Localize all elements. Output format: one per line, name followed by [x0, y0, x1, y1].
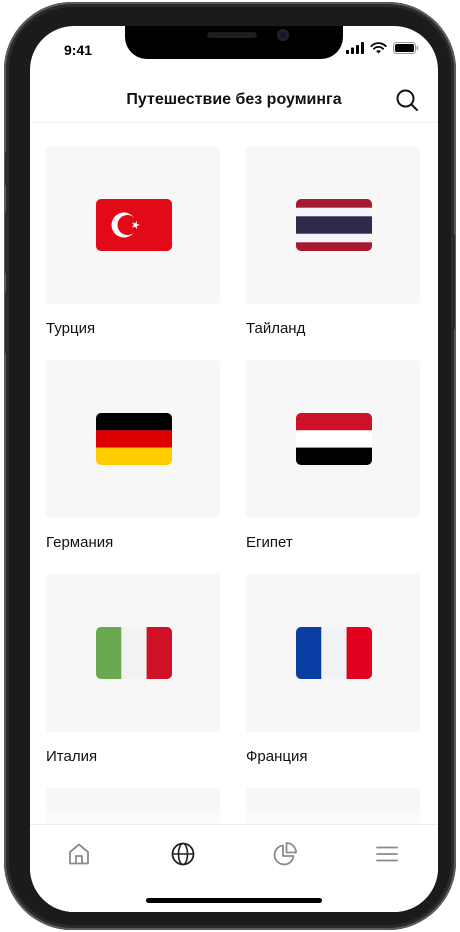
page-title: Путешествие без роуминга: [126, 91, 342, 108]
germany-flag-icon: [96, 413, 172, 465]
italy-flag-icon: [96, 627, 172, 679]
menu-icon[interactable]: [374, 841, 400, 867]
status-time: 9:41: [64, 42, 93, 58]
country-name: Египет: [246, 534, 293, 551]
france-flag-icon: [296, 627, 372, 679]
header-divider: [30, 122, 438, 123]
volume-up-button: [5, 212, 9, 274]
front-camera: [277, 29, 289, 41]
country-card-thailand[interactable]: Тайланд: [246, 146, 420, 337]
phone-frame: 9:41 Путешествие без роуминга Турция Тай…: [4, 2, 456, 930]
country-card-france[interactable]: Франция: [246, 574, 420, 765]
country-card-thumbnail: [246, 360, 420, 518]
country-card-egypt[interactable]: Египет: [246, 360, 420, 551]
country-card-thumbnail: [246, 574, 420, 732]
silent-switch: [5, 152, 9, 186]
volume-down-button: [5, 292, 9, 354]
country-name: Италия: [46, 748, 98, 765]
speaker-grille: [207, 32, 257, 38]
country-card-italy[interactable]: Италия: [46, 574, 220, 765]
home-icon[interactable]: [66, 841, 92, 867]
bottom-nav: [30, 824, 438, 912]
country-name: Тайланд: [246, 320, 306, 337]
country-card-thumbnail: [46, 360, 220, 518]
country-card-germany[interactable]: Германия: [46, 360, 220, 551]
notch: [125, 26, 343, 59]
country-name: Германия: [46, 534, 114, 551]
screen: 9:41 Путешествие без роуминга Турция Тай…: [30, 26, 438, 912]
country-name: Франция: [246, 748, 308, 765]
turkey-flag-icon: [96, 199, 172, 251]
battery-icon: [393, 42, 419, 54]
power-button: [451, 234, 455, 330]
country-card-thumbnail: [46, 146, 220, 304]
egypt-flag-icon: [296, 413, 372, 465]
home-indicator: [146, 898, 322, 903]
country-name: Турция: [46, 320, 96, 337]
header: Путешествие без роуминга: [30, 78, 438, 122]
country-card-turkey[interactable]: Турция: [46, 146, 220, 337]
search-icon[interactable]: [394, 87, 420, 113]
country-card-thumbnail: [246, 146, 420, 304]
country-card-thumbnail: [46, 574, 220, 732]
wifi-icon: [370, 42, 387, 54]
pie-chart-icon[interactable]: [272, 841, 298, 867]
status-icons: [346, 42, 419, 54]
cellular-signal-icon: [346, 42, 364, 54]
globe-icon[interactable]: [170, 841, 196, 867]
thailand-flag-icon: [296, 199, 372, 251]
